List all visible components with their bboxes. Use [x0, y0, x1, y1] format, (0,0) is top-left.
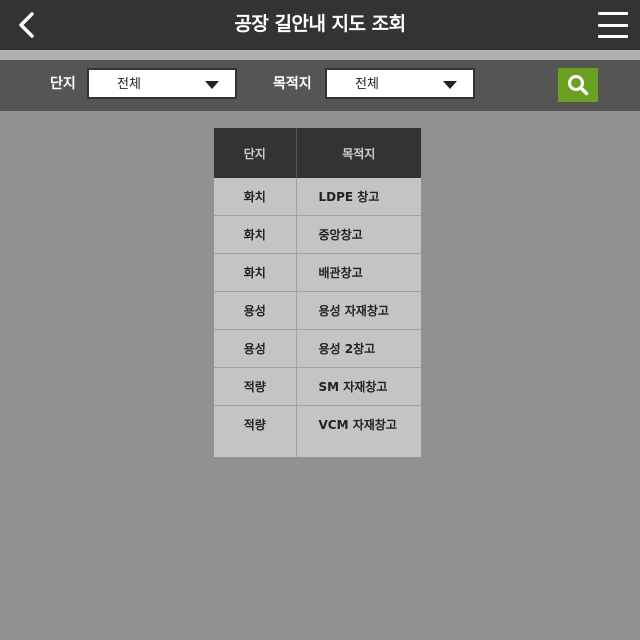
column-header-complex: 단지	[214, 128, 297, 178]
table-row[interactable]: 적량 SM 자재창고	[214, 367, 421, 406]
header-divider	[0, 50, 640, 60]
cell-destination: 용성 자재창고	[296, 291, 421, 330]
table-row[interactable]: 적량 VCM 자재창고	[214, 405, 421, 457]
filter-bar: 단지 전체 목적지 전체	[0, 60, 640, 111]
cell-destination: SM 자재창고	[296, 367, 421, 406]
dropdown-caret-icon	[443, 81, 457, 89]
destination-select-value: 전체	[355, 77, 379, 92]
cell-complex: 화치	[214, 253, 297, 292]
dropdown-caret-icon	[205, 81, 219, 89]
cell-destination: LDPE 창고	[296, 178, 421, 216]
destination-table: 단지 목적지 화치 LDPE 창고 화치 중앙창고 화치 배관창고 용성 용성 …	[214, 128, 421, 457]
app-header: 공장 길안내 지도 조회	[0, 0, 640, 50]
destination-select[interactable]: 전체	[325, 68, 475, 99]
complex-select[interactable]: 전체	[87, 68, 237, 99]
cell-destination: 배관창고	[296, 253, 421, 292]
cell-complex: 용성	[214, 291, 297, 330]
cell-complex: 용성	[214, 329, 297, 368]
cell-complex: 적량	[214, 367, 297, 406]
column-header-destination: 목적지	[296, 128, 421, 178]
complex-filter-label: 단지	[50, 76, 76, 92]
cell-complex: 적량	[214, 405, 297, 457]
complex-select-value: 전체	[117, 77, 141, 92]
cell-destination: 중앙창고	[296, 215, 421, 254]
table-row[interactable]: 용성 용성 2창고	[214, 329, 421, 368]
table-header-row: 단지 목적지	[214, 128, 421, 178]
cell-destination: VCM 자재창고	[296, 405, 421, 457]
table-row[interactable]: 화치 중앙창고	[214, 215, 421, 254]
search-button[interactable]	[558, 68, 598, 102]
search-icon	[568, 75, 589, 96]
menu-button[interactable]	[598, 12, 628, 38]
hamburger-menu-icon	[598, 12, 628, 15]
table-row[interactable]: 화치 배관창고	[214, 253, 421, 292]
table-row[interactable]: 화치 LDPE 창고	[214, 178, 421, 216]
table-row[interactable]: 용성 용성 자재창고	[214, 291, 421, 330]
page-title: 공장 길안내 지도 조회	[234, 13, 406, 35]
cell-complex: 화치	[214, 215, 297, 254]
destination-filter-label: 목적지	[273, 76, 312, 92]
cell-complex: 화치	[214, 178, 297, 216]
cell-destination: 용성 2창고	[296, 329, 421, 368]
